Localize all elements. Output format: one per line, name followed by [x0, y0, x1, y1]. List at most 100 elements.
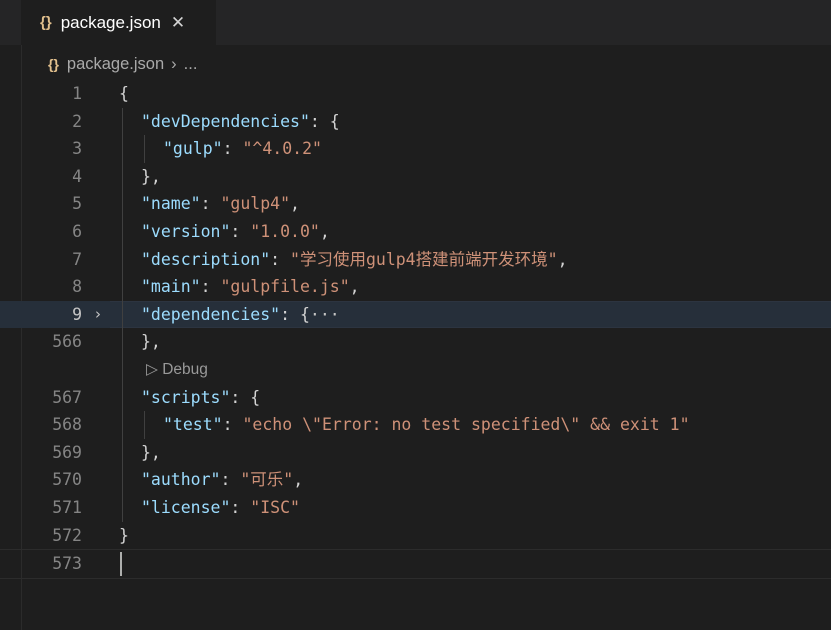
codelens-label: Debug — [162, 360, 208, 378]
punctuation: }, — [141, 332, 161, 352]
code-line: 9 › "dependencies": {··· — [0, 300, 831, 329]
indent-guide — [122, 493, 123, 522]
json-string: "gulpfile.js" — [220, 277, 350, 297]
json-key: "version" — [141, 221, 231, 241]
line-number: 8 — [72, 277, 82, 297]
code-line: 567 "scripts": { — [0, 383, 831, 412]
code-text: }, — [141, 163, 161, 191]
json-string: "gulp4" — [220, 194, 291, 214]
json-string: "可乐" — [240, 470, 294, 490]
indent-guide — [122, 135, 123, 163]
tab-label: package.json — [60, 12, 161, 32]
play-icon: ▷ — [146, 360, 163, 378]
json-string: "学习使用gulp4搭建前端开发环境" — [290, 249, 558, 269]
code-text: "license": "ISC" — [141, 494, 300, 522]
json-key: "author" — [141, 470, 221, 490]
code-text: "version": "1.0.0", — [141, 218, 330, 246]
line-number: 571 — [52, 497, 82, 517]
code-text: "name": "gulp4", — [141, 190, 300, 218]
code-line: 6 "version": "1.0.0", — [0, 217, 831, 246]
punctuation: : { — [280, 304, 310, 324]
code-text: "test": "echo \"Error: no test specified… — [163, 411, 690, 439]
punctuation: , — [293, 470, 304, 490]
punctuation: : { — [309, 111, 340, 131]
collapsed-region[interactable]: ··· — [310, 305, 340, 324]
line-number: 2 — [72, 111, 82, 131]
punctuation: } — [119, 525, 129, 545]
punctuation: , — [319, 221, 330, 241]
json-key: "gulp" — [163, 139, 223, 159]
punctuation: : { — [230, 387, 261, 407]
line-number: 4 — [72, 166, 82, 186]
code-line: 573 — [0, 549, 831, 579]
json-key: "description" — [141, 249, 271, 269]
code-line: 3 "gulp": "^4.0.2" — [0, 135, 831, 163]
code-text: }, — [141, 328, 161, 356]
punctuation: : — [230, 221, 251, 241]
indent-guide — [144, 411, 145, 439]
codelens-row: ▷ Debug — [0, 355, 831, 384]
indent-guide — [122, 411, 123, 439]
breadcrumb: {} package.json › ... — [48, 52, 197, 76]
json-key: "dependencies" — [141, 304, 281, 324]
json-string: "ISC" — [250, 497, 300, 517]
line-number: 573 — [52, 554, 82, 574]
code-line: 5 "name": "gulp4", — [0, 190, 831, 218]
fold-chevron-icon[interactable]: › — [95, 301, 109, 329]
code-text: "author": "可乐", — [141, 466, 303, 494]
code-text: "main": "gulpfile.js", — [141, 273, 360, 301]
indent-guide — [144, 135, 145, 163]
json-string: "^4.0.2" — [242, 139, 322, 159]
code-text: { — [119, 80, 129, 108]
json-string: "echo \"Error: no test specified\" && ex… — [242, 415, 690, 435]
punctuation: : — [200, 277, 221, 297]
json-string: "1.0.0" — [250, 221, 320, 241]
indent-guide — [122, 245, 123, 274]
punctuation: : — [222, 139, 243, 159]
code-line: 8 "main": "gulpfile.js", — [0, 273, 831, 301]
punctuation: : — [220, 470, 241, 490]
line-number: 570 — [52, 470, 82, 490]
json-key: "main" — [141, 277, 201, 297]
json-key: "name" — [141, 194, 201, 214]
code-line: 572} — [0, 522, 831, 550]
json-key: "test" — [163, 415, 223, 435]
punctuation: : — [200, 194, 221, 214]
code-line: 1{ — [0, 80, 831, 108]
json-key: "license" — [141, 497, 231, 517]
indent-guide — [122, 383, 123, 412]
code-line: 7 "description": "学习使用gulp4搭建前端开发环境", — [0, 245, 831, 274]
indent-guide — [122, 466, 123, 494]
breadcrumb-more[interactable]: ... — [184, 55, 198, 74]
indent-guide — [122, 355, 123, 384]
line-number: 567 — [52, 387, 82, 407]
punctuation: , — [290, 194, 300, 214]
tab-bar: {} package.json ✕ — [0, 0, 831, 45]
code-line: 570 "author": "可乐", — [0, 466, 831, 494]
line-number: 568 — [52, 415, 82, 435]
code-line: 2 "devDependencies": { — [0, 107, 831, 136]
punctuation: { — [119, 84, 129, 103]
punctuation: : — [222, 415, 243, 435]
code-text: "description": "学习使用gulp4搭建前端开发环境", — [141, 246, 568, 274]
line-number: 5 — [72, 194, 82, 214]
code-editor[interactable]: 1{2 "devDependencies": {3 "gulp": "^4.0.2"… — [0, 80, 831, 579]
code-text: "dependencies": {··· — [141, 301, 340, 329]
indent-guide — [122, 217, 123, 246]
code-line: 568 "test": "echo \"Error: no test specif… — [0, 411, 831, 439]
debug-codelens[interactable]: ▷ Debug — [146, 356, 208, 384]
indent-guide — [122, 162, 123, 191]
json-file-icon: {} — [40, 14, 52, 31]
punctuation: : — [230, 497, 251, 517]
breadcrumb-file[interactable]: package.json — [67, 55, 164, 74]
punctuation: }, — [141, 442, 161, 462]
text-cursor — [120, 552, 122, 577]
code-line: 571 "license": "ISC" — [0, 493, 831, 522]
close-icon[interactable]: ✕ — [171, 13, 185, 33]
line-number: 572 — [52, 525, 82, 545]
punctuation: }, — [141, 166, 161, 186]
code-line: 566}, — [0, 328, 831, 356]
indent-guide — [122, 438, 123, 467]
punctuation: : — [270, 249, 291, 269]
tab-package-json[interactable]: {} package.json ✕ — [21, 0, 216, 45]
